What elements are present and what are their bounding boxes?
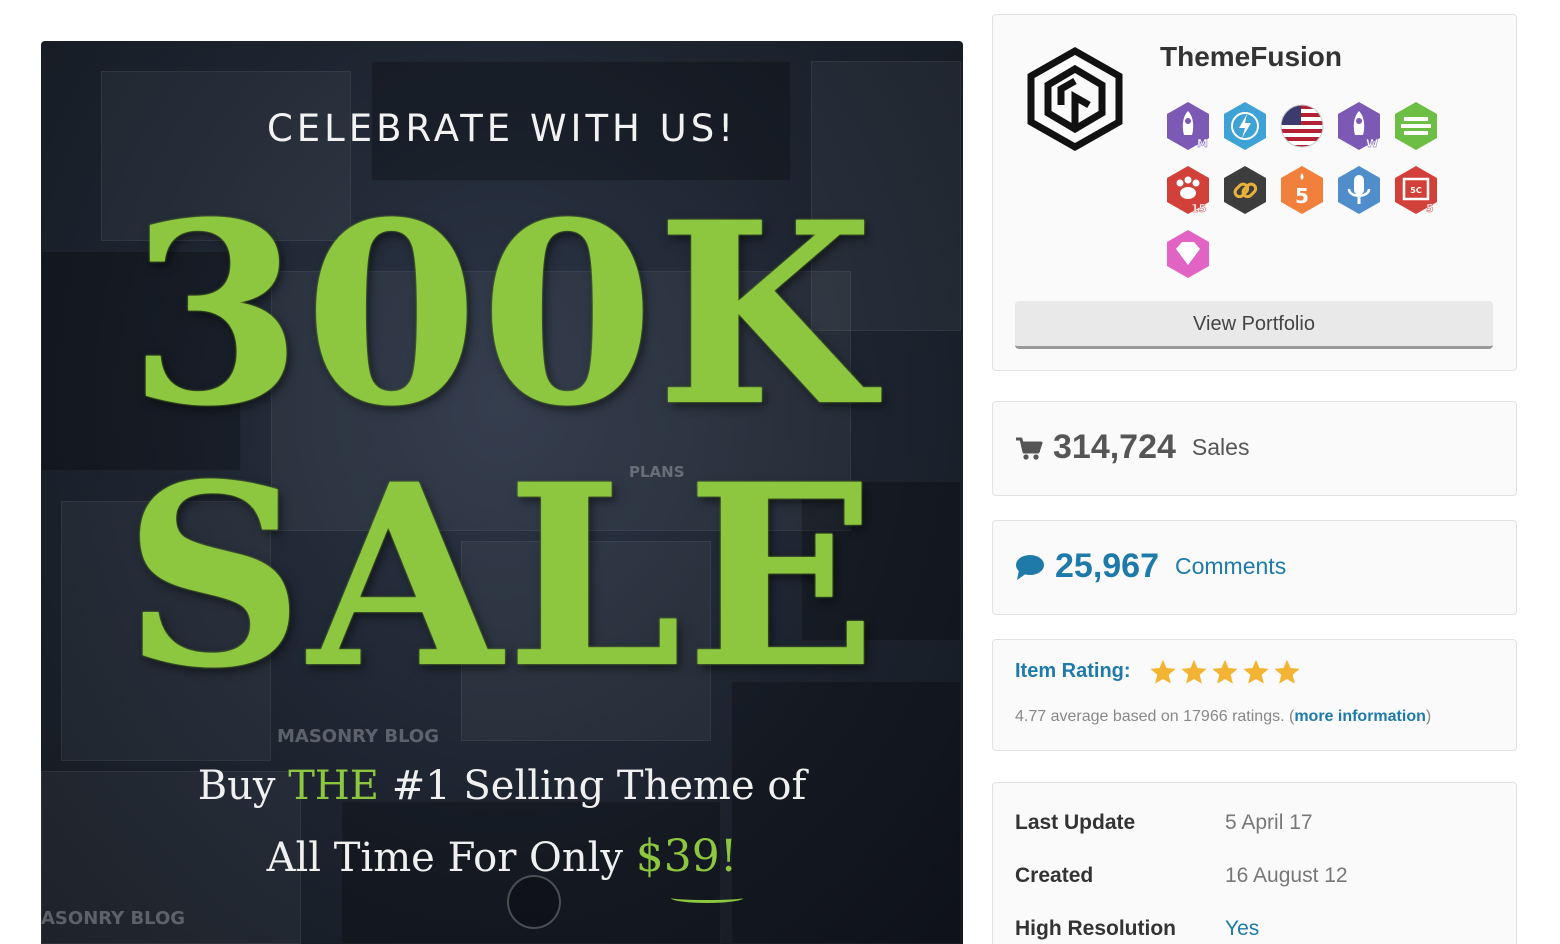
sales-card: 314,724 Sales	[992, 401, 1517, 496]
banner-headline-number: 300K	[128, 167, 876, 461]
svg-text:M: M	[1197, 137, 1208, 150]
item-page: MASONRY BLOG ASONRY BLOG PLANS CELEBRATE…	[0, 0, 1560, 944]
star-icon	[1274, 659, 1300, 684]
sales-stat: 314,724 Sales	[1015, 428, 1249, 467]
diamond-badge-icon[interactable]	[1163, 229, 1213, 279]
star-icon	[1181, 659, 1207, 684]
us-flag-badge-icon[interactable]	[1277, 101, 1327, 151]
rating-card: Item Rating: 4.77 average based on 17966…	[992, 639, 1517, 751]
rating-summary: 4.77 average based on 17966 ratings. (mo…	[1015, 708, 1431, 726]
lightning-badge-icon[interactable]	[1220, 101, 1270, 151]
star-icon	[1150, 659, 1176, 684]
banner-price: $39!	[635, 831, 738, 882]
banner-subline-pre: Buy	[197, 763, 276, 809]
price-underline-swoosh	[671, 893, 743, 903]
author-card: ThemeFusion M W 15 5 5C 5 View Portfolio	[992, 14, 1517, 371]
mountain-logo-icon	[507, 875, 561, 929]
sales-label: Sales	[1191, 434, 1250, 460]
more-information-link[interactable]: more information	[1294, 708, 1426, 725]
comments-count[interactable]: 25,967	[1055, 547, 1159, 586]
sales-count: 314,724	[1053, 428, 1176, 466]
star-icon	[1212, 659, 1238, 684]
svg-text:5C: 5C	[1410, 186, 1422, 195]
comments-stat[interactable]: 25,967 Comments	[1015, 547, 1286, 586]
banner-subline-pre: All Time For Only	[266, 835, 623, 881]
bg-caption: ASONRY BLOG	[41, 908, 186, 929]
microphone-badge-icon[interactable]	[1334, 165, 1384, 215]
meta-key: Created	[1015, 864, 1094, 887]
rating-summary-text: 4.77 average based on 17966 ratings. (	[1015, 708, 1295, 725]
meta-value: 5 April 17	[1225, 811, 1313, 834]
svg-text:W: W	[1366, 137, 1378, 150]
view-portfolio-button[interactable]: View Portfolio	[1015, 301, 1493, 349]
banner-tagline: CELEBRATE WITH US!	[266, 107, 738, 150]
svg-text:5: 5	[1295, 184, 1309, 208]
banner-subline-post: #1 Selling Theme of	[391, 763, 807, 809]
rating-label: Item Rating:	[1015, 660, 1131, 682]
five-badge-icon[interactable]: 5	[1277, 165, 1327, 215]
promo-banner[interactable]: MASONRY BLOG ASONRY BLOG PLANS CELEBRATE…	[41, 41, 963, 944]
meta-value-link[interactable]: Yes	[1225, 917, 1259, 941]
comments-label[interactable]: Comments	[1175, 553, 1286, 580]
banner-subline-2: All Time For Only $39!	[41, 831, 963, 882]
author-name[interactable]: ThemeFusion	[1160, 41, 1342, 73]
shopping-cart-icon	[1016, 437, 1043, 460]
rocket-w-badge-icon[interactable]: W	[1334, 101, 1384, 151]
meta-value: 16 August 12	[1225, 864, 1348, 887]
themefusion-logo-icon[interactable]	[1021, 45, 1129, 153]
meta-key: High Resolution	[1015, 917, 1176, 940]
banner-headline-sale: SALE	[123, 429, 881, 723]
rocket-m-badge-icon[interactable]: M	[1163, 101, 1213, 151]
rating-summary-close: )	[1425, 708, 1432, 725]
comments-card[interactable]: 25,967 Comments	[992, 520, 1517, 615]
link-badge-icon[interactable]	[1220, 165, 1270, 215]
rating-stars	[1149, 658, 1301, 686]
bg-caption: MASONRY BLOG	[277, 726, 439, 747]
banner-subline-1: Buy THE #1 Selling Theme of	[41, 763, 963, 809]
meta-key: Last Update	[1015, 811, 1136, 834]
speech-bubble-icon	[1016, 554, 1044, 580]
stack-badge-icon[interactable]	[1391, 101, 1441, 151]
star-icon	[1243, 659, 1269, 684]
banner-subline-highlight: THE	[288, 763, 379, 809]
item-meta-card: Last Update 5 April 17 Created 16 August…	[992, 782, 1517, 944]
svg-text:15: 15	[1191, 202, 1206, 215]
paw-badge-icon[interactable]: 15	[1163, 165, 1213, 215]
chip-badge-icon[interactable]: 5C 5	[1391, 165, 1441, 215]
svg-text:5: 5	[1426, 202, 1434, 215]
